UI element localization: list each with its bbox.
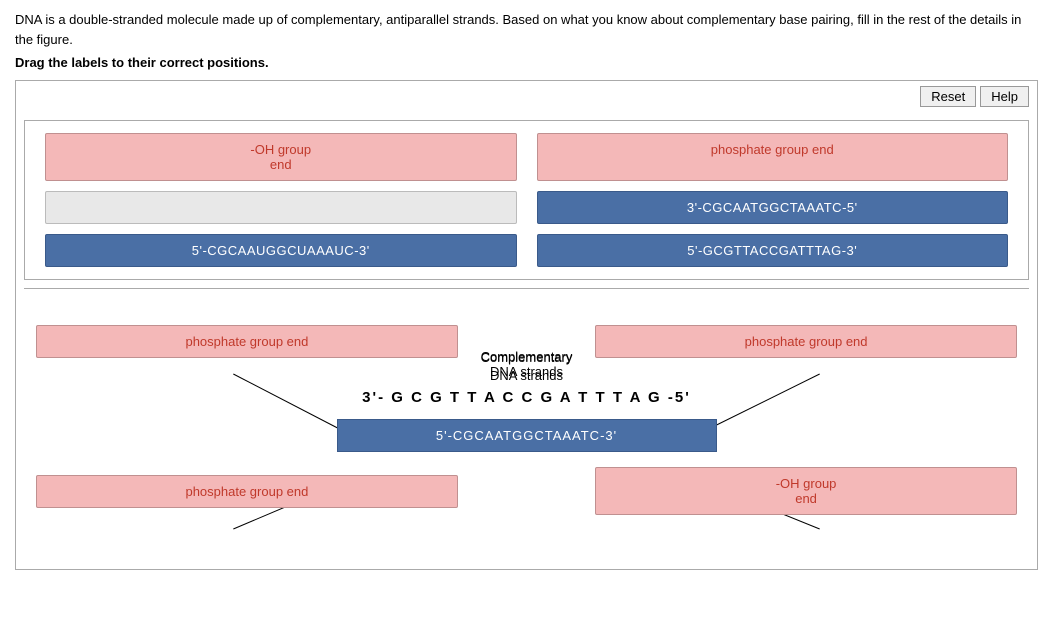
- top-label-empty[interactable]: [45, 191, 517, 224]
- top-label-dna-strand-5-3[interactable]: 5'-GCGTTACCGATTTAG-3': [537, 234, 1009, 267]
- bottom-left-phosphate-label[interactable]: phosphate group end: [36, 325, 458, 358]
- drag-instruction: Drag the labels to their correct positio…: [15, 55, 1038, 70]
- instruction-text: DNA is a double-stranded molecule made u…: [15, 10, 1038, 49]
- help-button[interactable]: Help: [980, 86, 1029, 107]
- bottom-left-phosphate-label-2[interactable]: phosphate group end: [36, 475, 458, 508]
- main-box: Reset Help -OH group end phosphate group…: [15, 80, 1038, 570]
- top-label-rna-strand[interactable]: 5'-CGCAAUGGCUAAAUC-3': [45, 234, 517, 267]
- top-section: -OH group end phosphate group end 3'-CGC…: [24, 120, 1029, 280]
- bottom-right-phosphate-label-top[interactable]: phosphate group end: [595, 325, 1017, 358]
- bottom-section: Complementary DNA strands phosphate grou…: [16, 289, 1037, 569]
- dna-strand-2[interactable]: 5'-CGCAATGGCTAAATC-3': [337, 419, 717, 452]
- top-label-oh-group[interactable]: -OH group end: [45, 133, 517, 181]
- reset-button[interactable]: Reset: [920, 86, 976, 107]
- top-label-strand-3-5[interactable]: 3'-CGCAATGGCTAAATC-5': [537, 191, 1009, 224]
- complementary-dna-label: Complementary DNA strands: [481, 349, 573, 379]
- dna-strand-1: 3'- G C G T T A C C G A T T T A G -5': [362, 389, 691, 406]
- toolbar: Reset Help: [16, 81, 1037, 112]
- bottom-right-oh-label[interactable]: -OH group end: [595, 467, 1017, 515]
- top-label-phosphate-right[interactable]: phosphate group end: [537, 133, 1009, 181]
